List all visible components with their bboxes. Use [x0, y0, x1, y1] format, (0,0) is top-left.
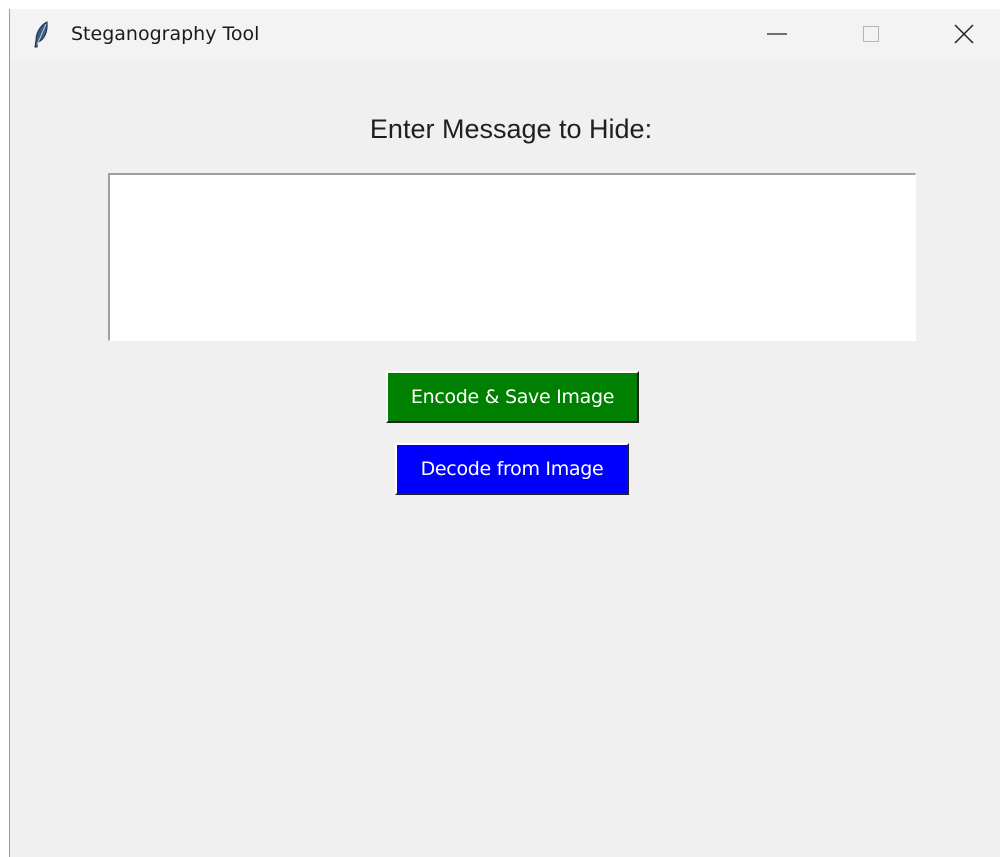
window-title: Steganography Tool [71, 23, 260, 45]
feather-icon [32, 21, 52, 49]
encode-save-button[interactable]: Encode & Save Image [386, 371, 639, 423]
maximize-icon[interactable] [848, 9, 894, 61]
message-prompt-label: Enter Message to Hide: [369, 114, 653, 144]
decode-button[interactable]: Decode from Image [395, 443, 629, 495]
message-input[interactable] [108, 173, 916, 341]
minimize-icon[interactable] [754, 9, 800, 61]
close-icon[interactable] [941, 9, 987, 61]
app-window: Steganography Tool Enter Message to Hide… [9, 9, 1000, 857]
title-bar[interactable]: Steganography Tool [10, 9, 1000, 61]
